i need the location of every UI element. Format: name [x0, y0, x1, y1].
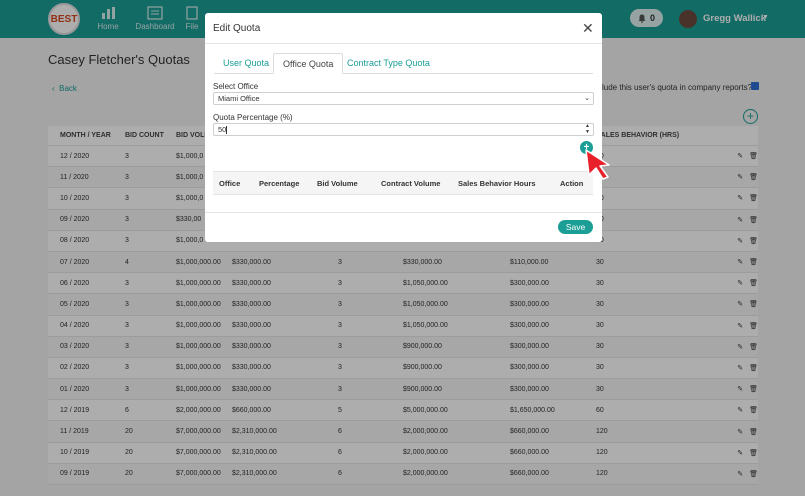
col-bid-volume: Bid Volume	[317, 178, 358, 188]
tab-user-quota[interactable]: User Quota	[214, 53, 278, 74]
chevron-down-icon: ⌄	[584, 95, 590, 102]
quota-percentage-value: 50	[218, 125, 227, 134]
col-office: Office	[219, 178, 241, 188]
col-sales-behavior-hours: Sales Behavior Hours	[458, 178, 536, 188]
office-select[interactable]: Miami Office ⌄	[213, 92, 594, 105]
close-icon[interactable]: ✕	[582, 20, 594, 37]
modal-title: Edit Quota	[213, 23, 261, 34]
quota-percentage-input[interactable]: 50 ▲ ▼	[213, 123, 594, 136]
office-quota-table-header: Office Percentage Bid Volume Contract Vo…	[213, 171, 593, 195]
edit-quota-modal: Edit Quota ✕ User Quota Office Quota Con…	[205, 13, 602, 242]
modal-footer-divider	[205, 212, 602, 213]
col-contract-volume: Contract Volume	[381, 178, 441, 188]
col-percentage: Percentage	[259, 178, 300, 188]
tab-contract-type-quota[interactable]: Contract Type Quota	[338, 53, 439, 74]
save-button[interactable]: Save	[558, 220, 593, 234]
quota-percentage-label: Quota Percentage (%)	[213, 113, 293, 122]
spinner-icon[interactable]: ▲ ▼	[585, 123, 590, 135]
select-office-label: Select Office	[213, 82, 259, 91]
modal-header: Edit Quota ✕	[205, 13, 602, 44]
office-select-value: Miami Office	[218, 94, 260, 103]
pointer-cursor-icon	[585, 149, 610, 180]
quota-tabs: User Quota Office Quota Contract Type Qu…	[214, 53, 593, 74]
text-caret	[226, 126, 227, 135]
col-action: Action	[560, 178, 584, 188]
tab-office-quota[interactable]: Office Quota	[273, 53, 344, 74]
